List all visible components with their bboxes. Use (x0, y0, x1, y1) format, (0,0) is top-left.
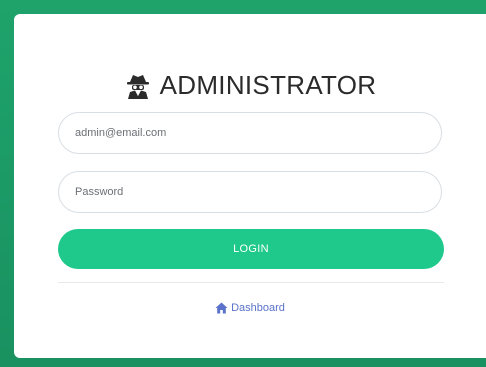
title-row: ADMINISTRATOR (14, 70, 486, 101)
page-title: ADMINISTRATOR (159, 70, 377, 100)
login-card: ADMINISTRATOR LOGIN Dashboard (14, 14, 486, 358)
user-secret-icon (124, 72, 152, 100)
email-input[interactable] (58, 112, 442, 154)
dashboard-link[interactable]: Dashboard (14, 302, 486, 314)
login-button[interactable]: LOGIN (58, 229, 444, 269)
password-input[interactable] (58, 171, 442, 213)
divider (58, 282, 444, 283)
home-icon (215, 302, 228, 314)
dashboard-link-label: Dashboard (231, 302, 285, 314)
